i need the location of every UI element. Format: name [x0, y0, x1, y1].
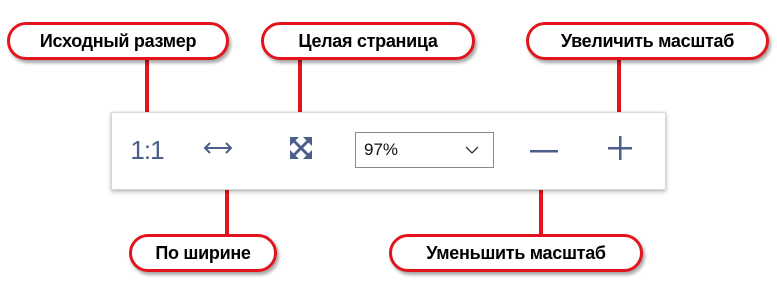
actual-size-button[interactable]: 1:1: [125, 133, 169, 167]
callout-zoom-in: Увеличить масштаб: [526, 22, 769, 60]
callout-full-page: Целая страница: [261, 22, 475, 60]
zoom-level-value: 97%: [364, 140, 399, 159]
callout-fit-width: По ширине: [129, 234, 277, 272]
full-page-button[interactable]: [284, 133, 318, 167]
zoom-in-button[interactable]: [600, 133, 640, 167]
callout-zoom-in-label: Увеличить масштаб: [560, 30, 735, 51]
callout-zoom-out: Уменьшить масштаб: [389, 234, 643, 272]
horizontal-double-arrow-icon: [202, 141, 234, 160]
callout-actual-size-label: Исходный размер: [39, 30, 197, 51]
zoom-toolbar: 1:1 97%: [111, 112, 666, 190]
actual-size-label: 1:1: [130, 134, 164, 165]
zoom-out-button[interactable]: [524, 133, 564, 167]
callout-zoom-out-label: Уменьшить масштаб: [426, 242, 606, 263]
zoom-level-select[interactable]: 97%: [355, 132, 494, 168]
fit-width-button[interactable]: [196, 133, 240, 167]
expand-arrows-icon: [289, 136, 313, 165]
plus-icon: [608, 135, 632, 165]
chevron-down-icon: [461, 143, 483, 157]
callout-actual-size: Исходный размер: [7, 22, 229, 60]
screenshot-stage: 1:1 97% Исходный размер Целая страница У…: [0, 0, 777, 291]
callout-full-page-label: Целая страница: [298, 30, 438, 51]
minus-icon: [530, 141, 558, 159]
callout-fit-width-label: По ширине: [155, 242, 251, 263]
